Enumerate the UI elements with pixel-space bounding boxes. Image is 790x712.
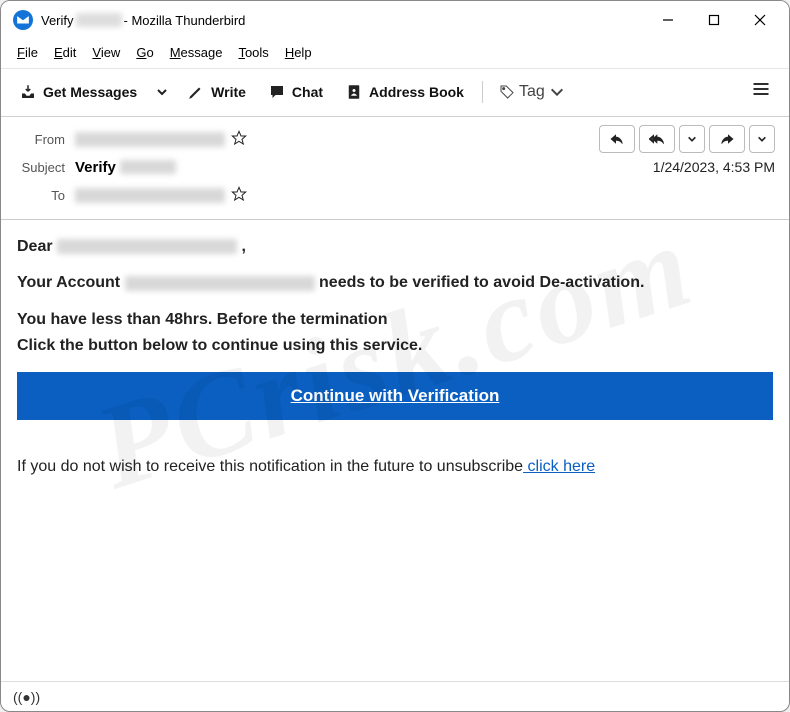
titlebar: Verify - Mozilla Thunderbird [1,1,789,39]
chat-icon [268,83,286,101]
address-book-button[interactable]: Address Book [337,79,472,105]
greeting-line: Dear , [17,236,773,258]
account-line: Your Account needs to be verified to avo… [17,272,773,294]
message-header: From [1,117,789,220]
reply-button[interactable] [599,125,635,153]
subject-label: Subject [15,160,75,175]
more-actions-dropdown[interactable] [749,125,775,153]
continue-verification-button[interactable]: Continue with Verification [17,372,773,420]
chevron-down-icon [757,134,767,144]
to-label: To [15,188,75,203]
reply-all-icon [649,131,665,147]
get-messages-label: Get Messages [43,84,137,100]
star-from-button[interactable] [231,130,247,149]
reply-icon [609,131,625,147]
menu-go[interactable]: Go [130,43,159,62]
status-bar: ((●)) [1,681,789,711]
pencil-icon [187,83,205,101]
window-controls [645,3,783,37]
menu-file[interactable]: File [11,43,44,62]
get-messages-button[interactable]: Get Messages [11,79,145,105]
redacted-account [125,276,315,291]
message-date: 1/24/2023, 4:53 PM [653,159,775,175]
menubar: File Edit View Go Message Tools Help [1,39,789,69]
subject-prefix: Verify [75,159,116,176]
chevron-down-icon [687,134,697,144]
inbox-download-icon [19,83,37,101]
close-button[interactable] [737,3,783,37]
chevron-down-icon [549,84,565,100]
app-menu-button[interactable] [743,75,779,108]
chat-label: Chat [292,84,323,100]
chat-button[interactable]: Chat [260,79,331,105]
thunderbird-window: Verify - Mozilla Thunderbird File Edit V… [0,0,790,712]
tag-button[interactable]: Tag [493,79,571,105]
write-label: Write [211,84,246,100]
menu-help[interactable]: Help [279,43,318,62]
from-label: From [15,132,75,147]
warning-line-2: Click the button below to continue using… [17,335,773,357]
address-book-label: Address Book [369,84,464,100]
get-messages-dropdown[interactable] [151,86,173,98]
connection-indicator: ((●)) [13,689,40,705]
write-button[interactable]: Write [179,79,254,105]
redacted-recipient [57,239,237,254]
star-icon [231,186,247,202]
redacted-from [75,132,225,147]
menu-tools[interactable]: Tools [232,43,274,62]
address-book-icon [345,83,363,101]
unsubscribe-text: If you do not wish to receive this notif… [17,456,773,478]
redacted-to [75,188,225,203]
hamburger-icon [751,79,771,99]
tag-icon [499,84,515,100]
message-body: Dear , Your Account needs to be verified… [1,220,789,681]
star-to-button[interactable] [231,186,247,205]
reply-all-button[interactable] [639,125,675,153]
thunderbird-icon [13,10,33,30]
star-icon [231,130,247,146]
toolbar-separator [482,81,483,103]
warning-line-1: You have less than 48hrs. Before the ter… [17,309,773,331]
redacted-subject [120,160,176,174]
forward-icon [719,131,735,147]
minimize-button[interactable] [645,3,691,37]
window-title-prefix: Verify [41,13,74,28]
redacted-title [76,13,122,27]
reply-dropdown[interactable] [679,125,705,153]
forward-button[interactable] [709,125,745,153]
reply-button-group [599,125,775,153]
unsubscribe-link[interactable]: click here [523,458,595,475]
menu-message[interactable]: Message [164,43,229,62]
toolbar: Get Messages Write Chat Address Book Tag [1,69,789,117]
menu-view[interactable]: View [86,43,126,62]
tag-label: Tag [519,83,545,101]
chevron-down-icon [156,86,168,98]
window-title-suffix: - Mozilla Thunderbird [124,13,246,28]
menu-edit[interactable]: Edit [48,43,82,62]
maximize-button[interactable] [691,3,737,37]
